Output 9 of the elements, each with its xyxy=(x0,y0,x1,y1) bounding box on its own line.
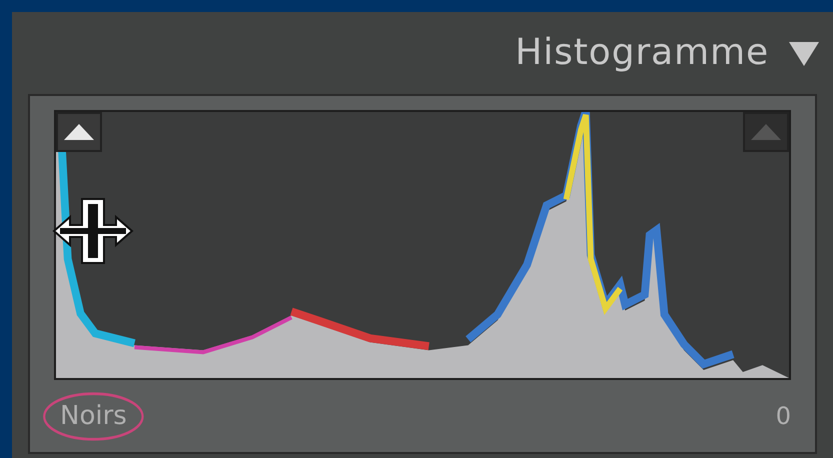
move-cursor-icon xyxy=(52,196,134,266)
panel-title: Histogramme xyxy=(515,31,769,75)
readout-label: Noirs xyxy=(60,400,127,430)
highlight-clipping-toggle[interactable] xyxy=(743,112,789,152)
triangle-icon xyxy=(64,124,94,140)
shadow-clipping-toggle[interactable] xyxy=(56,112,102,152)
collapse-triangle-icon[interactable] xyxy=(789,40,819,66)
triangle-icon xyxy=(751,124,781,140)
readout-value: 0 xyxy=(776,401,791,432)
